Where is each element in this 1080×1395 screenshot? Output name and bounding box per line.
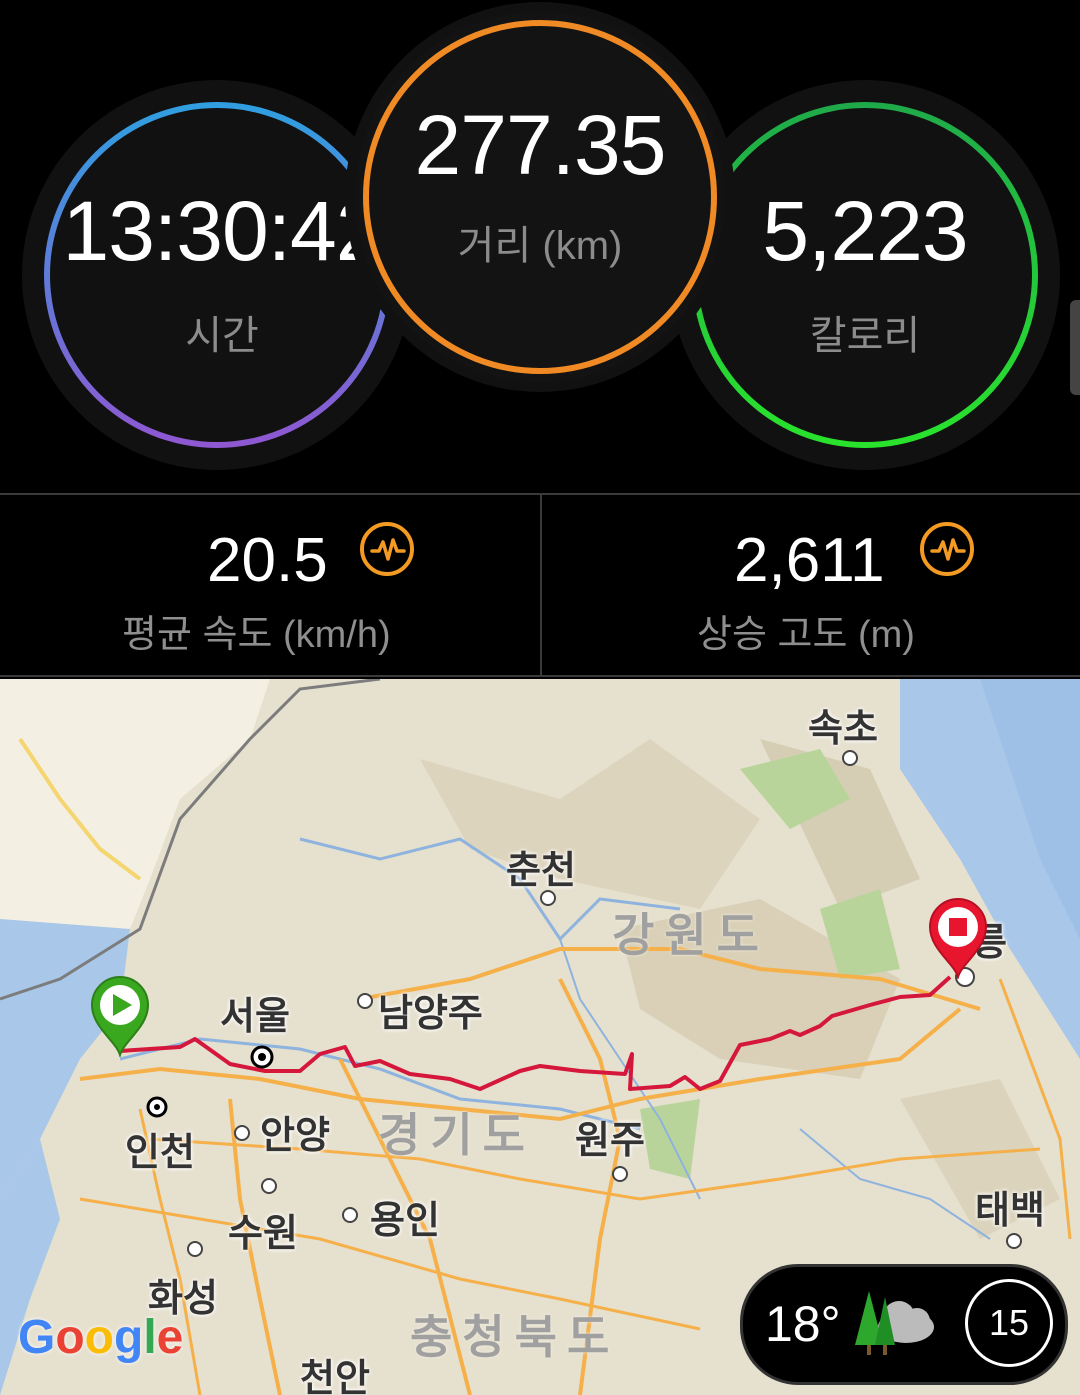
map-label-gangwon: 강원도 <box>612 909 769 961</box>
map-label-gyeonggi: 경기도 <box>378 1109 535 1161</box>
time-value: 13:30:42 <box>62 184 383 278</box>
calories-ring[interactable]: 5,223 칼로리 <box>680 90 1050 460</box>
distance-ring[interactable]: 277.35 거리 (km) <box>355 12 725 382</box>
weather-widget[interactable]: 18° 15 <box>740 1264 1068 1385</box>
map-label-seoul: 서울 <box>220 996 290 1038</box>
wind-dial[interactable]: 15 <box>965 1279 1053 1367</box>
distance-value: 277.35 <box>414 98 667 192</box>
elevation-label: 상승 고도 (m) <box>697 614 915 656</box>
map-label-sokcho: 속초 <box>808 708 878 750</box>
map-label-wonju: 원주 <box>575 1120 645 1162</box>
map-label-incheon: 인천 <box>125 1132 195 1174</box>
chart-wave-icon[interactable] <box>360 522 414 576</box>
elevation-value: 2,611 <box>734 526 885 595</box>
map-label-cheonan: 천안 <box>300 1358 370 1395</box>
stats-panel: 13:30:42 시간 5,223 칼로리 277.35 거리 (km) <box>0 0 1080 495</box>
scroll-handle[interactable] <box>1070 300 1080 395</box>
avg-speed-value: 20.5 <box>207 526 328 595</box>
chart-wave-icon[interactable] <box>920 522 974 576</box>
avg-speed-cell[interactable]: 20.5 평균 속도 (km/h) <box>0 495 538 675</box>
map-label-chungbuk: 충청북도 <box>410 1311 620 1363</box>
calories-label: 칼로리 <box>809 314 921 358</box>
distance-label: 거리 (km) <box>457 224 623 268</box>
avg-speed-label: 평균 속도 (km/h) <box>122 614 391 656</box>
map-label-namyangju: 남양주 <box>378 993 483 1035</box>
map-label-suwon: 수원 <box>228 1213 298 1255</box>
map-label-chuncheon: 춘천 <box>506 850 576 892</box>
google-logo: Google <box>18 1311 184 1364</box>
temperature-value: 18° <box>765 1296 841 1352</box>
secondary-stats-row: 20.5 평균 속도 (km/h) 2,611 상승 고도 (m) <box>0 493 1080 677</box>
route-map[interactable]: 속초 춘천 강원도 릉 서울 남양주 인천 안양 경기도 원주 수원 용인 태백… <box>0 679 1080 1395</box>
elevation-cell[interactable]: 2,611 상승 고도 (m) <box>540 495 1080 675</box>
map-label-taebaek: 태백 <box>975 1190 1045 1232</box>
wind-dial-value: 15 <box>988 1302 1030 1343</box>
time-ring[interactable]: 13:30:42 시간 <box>32 90 402 460</box>
map-label-anyang: 안양 <box>260 1115 330 1157</box>
map-label-yongin: 용인 <box>370 1200 440 1242</box>
time-label: 시간 <box>185 314 259 358</box>
calories-value: 5,223 <box>762 184 968 278</box>
